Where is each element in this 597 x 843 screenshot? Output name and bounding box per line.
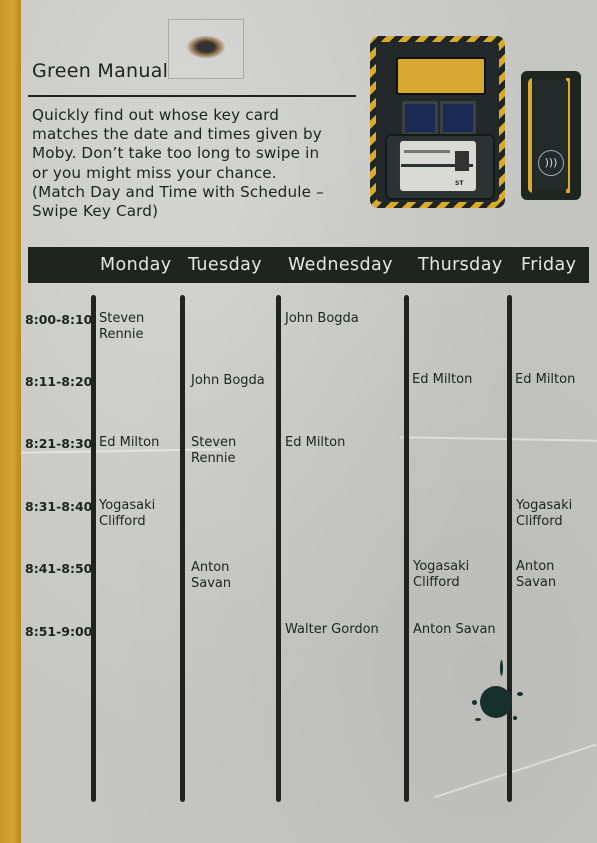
instruction-line: Swipe Key Card)	[32, 202, 159, 221]
column-divider	[507, 295, 512, 802]
column-divider	[404, 295, 409, 802]
ink-drop	[475, 718, 481, 721]
title-divider	[28, 95, 356, 97]
instruction-line: Moby. Don’t take too long to swipe in	[32, 144, 320, 163]
time-slot: 8:31-8:40	[25, 499, 93, 514]
schedule-cell: John Bogda	[285, 311, 359, 326]
terminal-display	[396, 57, 486, 95]
schedule-cell: Yogasaki Clifford	[99, 498, 156, 529]
instruction-line: matches the date and times given by	[32, 125, 322, 144]
column-divider	[180, 295, 185, 802]
ink-drop	[500, 660, 503, 676]
schedule-cell: Anton Savan	[516, 559, 557, 590]
time-slot: 8:00-8:10	[25, 312, 93, 327]
day-friday: Friday	[521, 255, 577, 275]
binder-spine	[0, 0, 21, 843]
schedule-cell: Ed Milton	[412, 372, 473, 387]
column-divider	[276, 295, 281, 802]
day-wednesday: Wednesday	[288, 255, 393, 275]
schedule-cell: John Bogda	[191, 373, 265, 388]
time-slot: 8:51-9:00	[25, 624, 93, 639]
schedule-cell: Anton Savan	[191, 560, 232, 591]
schedule-cell: Anton Savan	[413, 622, 496, 637]
instructions: Quickly find out whose key card matches …	[32, 106, 362, 221]
contactless-icon: )))	[538, 150, 564, 176]
time-slot: 8:41-8:50	[25, 561, 93, 576]
schedule-cell: Steven Rennie	[191, 435, 237, 466]
day-tuesday: Tuesday	[188, 255, 262, 275]
instruction-line: Quickly find out whose key card	[32, 106, 280, 124]
schedule-cell: Ed Milton	[285, 435, 346, 450]
schedule-cell: Yogasaki Clifford	[413, 559, 470, 590]
schedule-cell: Ed Milton	[515, 372, 576, 387]
instruction-line: or you might miss your chance.	[32, 163, 277, 182]
id-card-text-line	[404, 150, 450, 153]
id-card-code: ST	[455, 180, 464, 187]
instruction-line: (Match Day and Time with Schedule –	[32, 182, 324, 201]
time-slot: 8:21-8:30	[25, 436, 93, 451]
terminal-button-left	[402, 101, 438, 135]
day-monday: Monday	[100, 255, 172, 275]
schedule-cell: Yogasaki Clifford	[516, 498, 573, 529]
schedule-cell: Steven Rennie	[99, 311, 145, 342]
terminal-button-right	[440, 101, 476, 135]
ink-splat-icon	[480, 686, 512, 718]
schedule-cell: Ed Milton	[99, 435, 160, 450]
ink-drop	[513, 716, 517, 720]
column-divider	[91, 295, 96, 802]
time-slot: 8:11-8:20	[25, 374, 93, 389]
day-thursday: Thursday	[418, 255, 503, 275]
schedule-cell: Walter Gordon	[285, 622, 379, 637]
page-title: Green Manual	[32, 60, 169, 82]
ink-drop	[517, 692, 523, 696]
id-card-photo	[455, 151, 469, 171]
ink-drop	[472, 700, 477, 705]
